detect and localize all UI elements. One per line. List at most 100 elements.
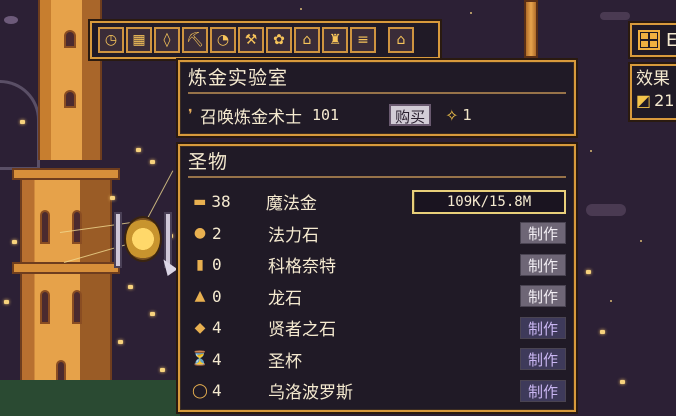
firefly (150, 160, 155, 164)
firefly (4, 300, 9, 304)
sage-stone-icon: ◆ (194, 319, 206, 336)
summon-label: 召唤炼金术士 (200, 107, 302, 128)
firefly (136, 148, 141, 152)
relic-count: 4 (212, 318, 222, 338)
relic-row: ● 2 法力石 制作 (188, 218, 566, 250)
menu-button[interactable]: E (630, 23, 676, 57)
effects-panel[interactable]: 效果 ◩ 21 (630, 64, 676, 120)
summon-row: ❜ 召唤炼金术士 101 购买 ✧ 1 (188, 102, 566, 128)
relic-count: 4 (212, 349, 222, 369)
relic-list: ▬ 38 魔法金 109K/15.8M ● 2 法力石 制作 ▮ 0 科格奈特 制作 ▲ 0 龙石 制作 ◆ 4 贤… (188, 186, 567, 407)
star-icon: ✧ (445, 105, 459, 125)
relic-action: 109K/15.8M (412, 189, 567, 214)
star (470, 12, 472, 14)
bridge-arch (0, 80, 40, 170)
coin-icon[interactable]: ◊ (154, 27, 180, 53)
craft-button[interactable]: 制作 (520, 253, 566, 276)
relic-count: 0 (212, 286, 222, 306)
relic-row: ◯ 4 乌洛波罗斯 制作 (188, 375, 566, 407)
effect-icon: ◩ (636, 91, 652, 110)
star (300, 8, 302, 10)
star (640, 240, 642, 242)
relic-row: ▬ 38 魔法金 109K/15.8M (188, 186, 567, 218)
craft-button[interactable]: 制作 (520, 379, 566, 402)
progress-bar: 109K/15.8M (412, 189, 567, 214)
firefly (160, 368, 165, 372)
firefly (586, 270, 591, 274)
firefly (118, 340, 123, 344)
relic-name: 贤者之石 (268, 320, 336, 341)
relic-name: 法力石 (268, 225, 319, 246)
tower-window (40, 210, 50, 244)
cologne-icon: ▮ (196, 256, 204, 273)
cost: ✧ 1 (445, 106, 472, 125)
grail-icon: ⏳ (191, 351, 209, 368)
dragon-stone-icon: ▲ (194, 288, 206, 305)
cost-value: 1 (462, 106, 473, 124)
relic-action: 制作 (520, 222, 566, 245)
relics-panel: 圣物 ▬ 38 魔法金 109K/15.8M ● 2 法力石 制作 ▮ 0 科格奈特 制作 ▲ 0 龙石 制作… (178, 144, 576, 412)
craft-button[interactable]: 制作 (520, 285, 566, 308)
tower-window (64, 30, 76, 48)
relic-action: 制作 (520, 316, 566, 339)
effects-value: 21 (654, 91, 675, 110)
tower-window (72, 290, 82, 324)
craft-button[interactable]: 制作 (520, 222, 566, 245)
pickaxe-icon[interactable]: ⛏ (182, 27, 208, 53)
relic-name: 圣杯 (268, 351, 302, 372)
relic-count: 2 (212, 223, 222, 243)
clock-icon[interactable]: ◷ (98, 27, 124, 53)
relic-name: 龙石 (268, 288, 302, 309)
star (590, 150, 592, 152)
tower-window (64, 90, 76, 108)
firefly (620, 380, 625, 384)
buy-button[interactable]: 购买 (389, 104, 432, 126)
firefly (150, 312, 155, 316)
flower-icon[interactable]: ✿ (266, 27, 292, 53)
relic-count: 0 (212, 255, 222, 275)
relic-name: 乌洛波罗斯 (268, 383, 353, 404)
craft-button[interactable]: 制作 (520, 316, 566, 339)
relic-name: 魔法金 (265, 194, 317, 215)
relic-action: 制作 (520, 253, 566, 276)
hammer-icon[interactable]: ⚒ (238, 27, 264, 53)
divider (188, 92, 566, 94)
craft-button[interactable]: 制作 (520, 348, 566, 371)
temple-icon[interactable]: ⌂ (294, 27, 320, 53)
home-icon[interactable]: ⌂ (388, 27, 414, 53)
ouroboros-icon: ◯ (192, 382, 208, 399)
tower-window (72, 210, 82, 244)
effects-label: 效果 (636, 69, 670, 89)
progress-fill (414, 191, 416, 212)
relic-action: 制作 (520, 285, 566, 308)
relic-name: 科格奈特 (268, 257, 336, 278)
relic-row: ▮ 0 科格奈特 制作 (188, 249, 566, 281)
firefly (128, 285, 133, 289)
scroll-icon[interactable]: ≡ (350, 27, 376, 53)
firefly (20, 120, 25, 124)
panel-title: 炼金实验室 (188, 67, 289, 89)
building-icon[interactable]: ▦ (126, 27, 152, 53)
grid-icon (638, 30, 660, 50)
machine-pillar (114, 212, 122, 268)
mana-stone-icon: ● (193, 225, 207, 242)
summon-count: 101 (312, 106, 340, 124)
relic-action: 制作 (520, 379, 566, 402)
firefly (12, 240, 17, 244)
relic-action: 制作 (520, 348, 566, 371)
potion-icon[interactable]: ♜ (322, 27, 348, 53)
firefly (110, 196, 115, 200)
tower-window (40, 290, 50, 324)
relic-count: 4 (212, 381, 222, 401)
relic-count: 38 (211, 192, 231, 212)
hills (0, 380, 180, 416)
cloud (586, 204, 626, 216)
relic-row: ⏳ 4 圣杯 制作 (188, 344, 566, 376)
relic-row: ▲ 0 龙石 制作 (188, 281, 566, 313)
planet (4, 16, 18, 24)
star (610, 300, 612, 302)
tower-ring (12, 262, 120, 274)
gold-bar-icon: ▬ (193, 193, 207, 210)
cloud (600, 12, 630, 20)
pie-icon[interactable]: ◔ (210, 27, 236, 53)
